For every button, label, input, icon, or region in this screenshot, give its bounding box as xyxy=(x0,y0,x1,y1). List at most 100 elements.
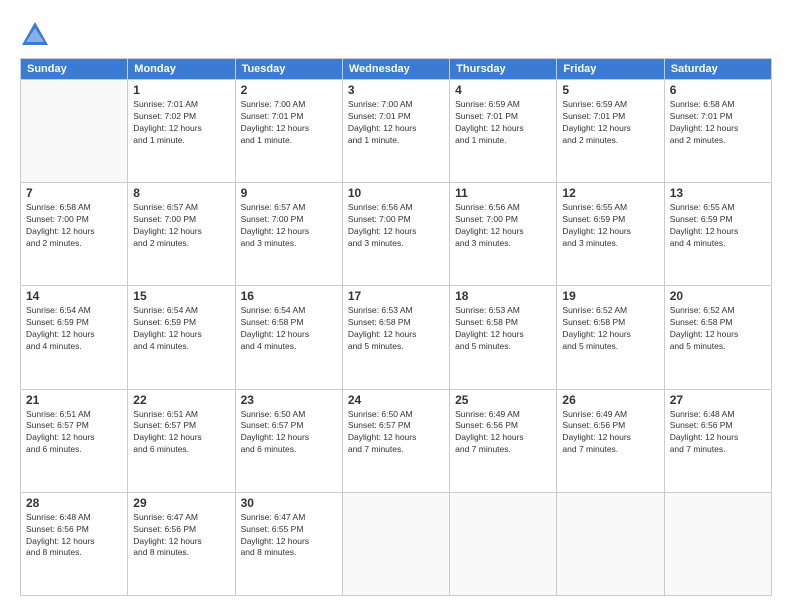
day-number: 27 xyxy=(670,393,766,407)
day-number: 6 xyxy=(670,83,766,97)
calendar-cell: 15Sunrise: 6:54 AM Sunset: 6:59 PM Dayli… xyxy=(128,286,235,389)
calendar-cell: 13Sunrise: 6:55 AM Sunset: 6:59 PM Dayli… xyxy=(664,183,771,286)
day-info: Sunrise: 6:57 AM Sunset: 7:00 PM Dayligh… xyxy=(133,202,229,250)
calendar-week-row: 7 Sunrise: 6:58 AM Sunset: 7:00 PM Daylig… xyxy=(21,183,772,286)
logo-icon xyxy=(20,20,50,50)
day-info: Sunrise: 6:56 AM Sunset: 7:00 PM Dayligh… xyxy=(348,202,444,250)
day-info: Sunrise: 6:58 AM Sunset: 7:01 PM Dayligh… xyxy=(670,99,766,147)
day-number: 23 xyxy=(241,393,337,407)
calendar-cell: 9 Sunrise: 6:57 AM Sunset: 7:00 PM Daylig… xyxy=(235,183,342,286)
calendar-cell: 5 Sunrise: 6:59 AM Sunset: 7:01 PM Daylig… xyxy=(557,80,664,183)
day-number: 21 xyxy=(26,393,122,407)
day-number: 13 xyxy=(670,186,766,200)
calendar-cell xyxy=(664,492,771,595)
calendar-week-row: 28 Sunrise: 6:48 AM Sunset: 6:56 PM Dayli… xyxy=(21,492,772,595)
calendar-weekday: Monday xyxy=(128,59,235,80)
calendar-weekday: Thursday xyxy=(450,59,557,80)
day-info: Sunrise: 6:54 AM Sunset: 6:59 PM Dayligh… xyxy=(26,305,122,353)
calendar-cell: 10 Sunrise: 6:56 AM Sunset: 7:00 PM Dayli… xyxy=(342,183,449,286)
day-info: Sunrise: 6:51 AM Sunset: 6:57 PM Dayligh… xyxy=(133,409,229,457)
day-number: 9 xyxy=(241,186,337,200)
calendar-table: SundayMondayTuesdayWednesdayThursdayFrid… xyxy=(20,58,772,596)
day-info: Sunrise: 6:51 AM Sunset: 6:57 PM Dayligh… xyxy=(26,409,122,457)
day-info: Sunrise: 6:53 AM Sunset: 6:58 PM Dayligh… xyxy=(348,305,444,353)
calendar-cell: 28 Sunrise: 6:48 AM Sunset: 6:56 PM Dayli… xyxy=(21,492,128,595)
calendar-cell: 20 Sunrise: 6:52 AM Sunset: 6:58 PM Dayli… xyxy=(664,286,771,389)
day-info: Sunrise: 6:58 AM Sunset: 7:00 PM Dayligh… xyxy=(26,202,122,250)
day-info: Sunrise: 6:53 AM Sunset: 6:58 PM Dayligh… xyxy=(455,305,551,353)
day-number: 19 xyxy=(562,289,658,303)
day-info: Sunrise: 6:48 AM Sunset: 6:56 PM Dayligh… xyxy=(670,409,766,457)
day-number: 2 xyxy=(241,83,337,97)
day-info: Sunrise: 6:59 AM Sunset: 7:01 PM Dayligh… xyxy=(562,99,658,147)
day-info: Sunrise: 7:00 AM Sunset: 7:01 PM Dayligh… xyxy=(241,99,337,147)
day-number: 11 xyxy=(455,186,551,200)
calendar-cell: 23 Sunrise: 6:50 AM Sunset: 6:57 PM Dayli… xyxy=(235,389,342,492)
day-number: 30 xyxy=(241,496,337,510)
calendar-week-row: 1 Sunrise: 7:01 AM Sunset: 7:02 PM Daylig… xyxy=(21,80,772,183)
calendar-cell: 25Sunrise: 6:49 AM Sunset: 6:56 PM Dayli… xyxy=(450,389,557,492)
day-number: 5 xyxy=(562,83,658,97)
calendar-cell: 14 Sunrise: 6:54 AM Sunset: 6:59 PM Dayli… xyxy=(21,286,128,389)
calendar-cell: 11 Sunrise: 6:56 AM Sunset: 7:00 PM Dayli… xyxy=(450,183,557,286)
calendar-cell: 6 Sunrise: 6:58 AM Sunset: 7:01 PM Daylig… xyxy=(664,80,771,183)
calendar-cell: 16 Sunrise: 6:54 AM Sunset: 6:58 PM Dayli… xyxy=(235,286,342,389)
day-number: 10 xyxy=(348,186,444,200)
day-info: Sunrise: 6:57 AM Sunset: 7:00 PM Dayligh… xyxy=(241,202,337,250)
page: SundayMondayTuesdayWednesdayThursdayFrid… xyxy=(0,0,792,612)
day-info: Sunrise: 6:48 AM Sunset: 6:56 PM Dayligh… xyxy=(26,512,122,560)
day-number: 17 xyxy=(348,289,444,303)
calendar-cell: 27 Sunrise: 6:48 AM Sunset: 6:56 PM Dayli… xyxy=(664,389,771,492)
calendar-cell: 4 Sunrise: 6:59 AM Sunset: 7:01 PM Daylig… xyxy=(450,80,557,183)
calendar-cell: 22 Sunrise: 6:51 AM Sunset: 6:57 PM Dayli… xyxy=(128,389,235,492)
day-number: 18 xyxy=(455,289,551,303)
day-number: 3 xyxy=(348,83,444,97)
day-number: 14 xyxy=(26,289,122,303)
calendar-cell: 26 Sunrise: 6:49 AM Sunset: 6:56 PM Dayli… xyxy=(557,389,664,492)
calendar-cell: 2 Sunrise: 7:00 AM Sunset: 7:01 PM Daylig… xyxy=(235,80,342,183)
calendar-cell: 30 Sunrise: 6:47 AM Sunset: 6:55 PM Dayli… xyxy=(235,492,342,595)
day-info: Sunrise: 6:49 AM Sunset: 6:56 PM Dayligh… xyxy=(455,409,551,457)
day-info: Sunrise: 6:55 AM Sunset: 6:59 PM Dayligh… xyxy=(562,202,658,250)
day-number: 7 xyxy=(26,186,122,200)
day-info: Sunrise: 6:54 AM Sunset: 6:58 PM Dayligh… xyxy=(241,305,337,353)
day-info: Sunrise: 6:49 AM Sunset: 6:56 PM Dayligh… xyxy=(562,409,658,457)
day-number: 28 xyxy=(26,496,122,510)
day-info: Sunrise: 6:47 AM Sunset: 6:55 PM Dayligh… xyxy=(241,512,337,560)
day-number: 22 xyxy=(133,393,229,407)
calendar-cell: 18 Sunrise: 6:53 AM Sunset: 6:58 PM Dayli… xyxy=(450,286,557,389)
day-info: Sunrise: 6:50 AM Sunset: 6:57 PM Dayligh… xyxy=(241,409,337,457)
day-info: Sunrise: 6:52 AM Sunset: 6:58 PM Dayligh… xyxy=(670,305,766,353)
day-info: Sunrise: 6:56 AM Sunset: 7:00 PM Dayligh… xyxy=(455,202,551,250)
calendar-cell: 8Sunrise: 6:57 AM Sunset: 7:00 PM Daylig… xyxy=(128,183,235,286)
calendar-cell xyxy=(342,492,449,595)
calendar-weekday: Sunday xyxy=(21,59,128,80)
day-info: Sunrise: 6:50 AM Sunset: 6:57 PM Dayligh… xyxy=(348,409,444,457)
calendar-cell: 12 Sunrise: 6:55 AM Sunset: 6:59 PM Dayli… xyxy=(557,183,664,286)
day-info: Sunrise: 6:54 AM Sunset: 6:59 PM Dayligh… xyxy=(133,305,229,353)
logo xyxy=(20,20,54,50)
day-info: Sunrise: 7:00 AM Sunset: 7:01 PM Dayligh… xyxy=(348,99,444,147)
day-number: 16 xyxy=(241,289,337,303)
day-number: 1 xyxy=(133,83,229,97)
calendar-cell: 17 Sunrise: 6:53 AM Sunset: 6:58 PM Dayli… xyxy=(342,286,449,389)
calendar-weekday: Wednesday xyxy=(342,59,449,80)
calendar-header-row: SundayMondayTuesdayWednesdayThursdayFrid… xyxy=(21,59,772,80)
calendar-weekday: Friday xyxy=(557,59,664,80)
day-number: 26 xyxy=(562,393,658,407)
calendar-cell: 7 Sunrise: 6:58 AM Sunset: 7:00 PM Daylig… xyxy=(21,183,128,286)
calendar-cell: 24 Sunrise: 6:50 AM Sunset: 6:57 PM Dayli… xyxy=(342,389,449,492)
calendar-cell: 3 Sunrise: 7:00 AM Sunset: 7:01 PM Daylig… xyxy=(342,80,449,183)
calendar-weekday: Saturday xyxy=(664,59,771,80)
day-number: 24 xyxy=(348,393,444,407)
day-number: 4 xyxy=(455,83,551,97)
calendar-cell xyxy=(21,80,128,183)
day-number: 12 xyxy=(562,186,658,200)
calendar-cell xyxy=(557,492,664,595)
day-number: 29 xyxy=(133,496,229,510)
day-info: Sunrise: 6:59 AM Sunset: 7:01 PM Dayligh… xyxy=(455,99,551,147)
calendar-cell: 21 Sunrise: 6:51 AM Sunset: 6:57 PM Dayli… xyxy=(21,389,128,492)
day-info: Sunrise: 7:01 AM Sunset: 7:02 PM Dayligh… xyxy=(133,99,229,147)
calendar-cell: 19Sunrise: 6:52 AM Sunset: 6:58 PM Dayli… xyxy=(557,286,664,389)
day-number: 20 xyxy=(670,289,766,303)
